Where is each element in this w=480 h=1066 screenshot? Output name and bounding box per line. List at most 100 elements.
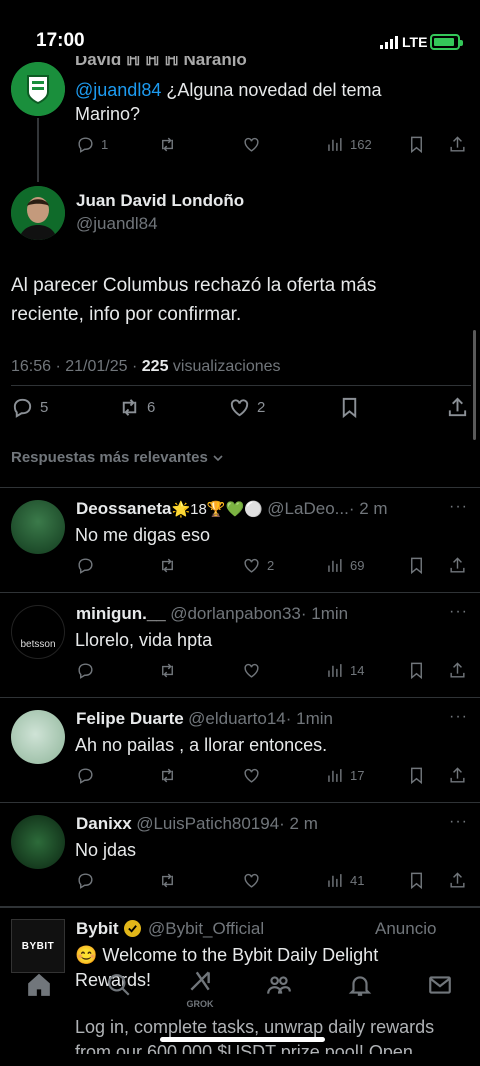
reply-share-button[interactable] (448, 871, 467, 890)
signal-icon (380, 36, 398, 49)
scrollbar[interactable] (473, 330, 476, 440)
reply-avatar[interactable] (11, 500, 65, 554)
repost-icon (162, 768, 173, 783)
reply-icon (78, 558, 93, 574)
reply-views-button[interactable]: 14 (325, 661, 364, 680)
reply-reply-button[interactable] (76, 871, 101, 890)
views-icon (328, 138, 342, 151)
nav-messages[interactable] (427, 972, 453, 1003)
divider (0, 802, 480, 803)
repost-icon (162, 663, 173, 678)
reply-share-button[interactable] (448, 766, 467, 785)
divider (0, 697, 480, 698)
replies-sort-dropdown[interactable]: Respuestas más relevantes (11, 449, 224, 466)
ad-avatar[interactable]: BYBIT (11, 919, 65, 973)
reply-icon (78, 768, 93, 784)
share-icon (450, 557, 465, 573)
profile-photo (11, 186, 65, 240)
parent-bookmark-button[interactable] (407, 135, 426, 154)
repost-icon (162, 558, 173, 573)
reply-time: · 2 m (348, 499, 388, 518)
reply-bookmark-button[interactable] (407, 766, 426, 785)
reply-like-button[interactable] (242, 661, 267, 680)
nav-communities[interactable] (266, 972, 292, 1003)
reply-avatar[interactable] (11, 710, 65, 764)
main-author-name[interactable]: Juan David Londoño (76, 191, 244, 211)
reply-views-button[interactable]: 41 (325, 871, 364, 890)
reply-icon (78, 873, 93, 889)
battery-icon (430, 34, 463, 50)
reply-repost-button[interactable] (158, 556, 183, 575)
reply-author-handle[interactable]: @elduarto14 (188, 709, 286, 728)
main-reply-button[interactable]: 5 (11, 396, 48, 419)
main-tweet-text: Al parecer Columbus rechazó la oferta má… (11, 275, 377, 325)
bookmark-icon (411, 872, 422, 890)
more-options-icon[interactable]: ··· (449, 498, 468, 516)
ad-body-line1: Log in, complete tasks, unwrap daily rew… (75, 1017, 435, 1037)
main-repost-button[interactable]: 6 (118, 396, 155, 419)
heart-icon (244, 768, 259, 783)
divider (0, 906, 480, 907)
ad-author-handle[interactable]: @Bybit_Official (148, 919, 264, 939)
main-author-handle[interactable]: @juandl84 (76, 214, 158, 234)
reply-repost-button[interactable] (158, 766, 183, 785)
reply-reply-button[interactable] (76, 766, 101, 785)
share-icon (448, 397, 467, 417)
reply-like-button[interactable] (242, 871, 267, 890)
reply-author-handle[interactable]: @LuisPatich80194 (136, 814, 279, 833)
main-bookmark-button[interactable] (338, 396, 361, 419)
heart-icon (244, 663, 259, 678)
home-indicator[interactable] (160, 1037, 325, 1042)
parent-avatar[interactable] (11, 62, 65, 116)
nav-home[interactable] (26, 972, 52, 1003)
ad-body-line2: from our 600,000 $USDT prize pool! Open (75, 1042, 413, 1054)
reply-views-button[interactable]: 69 (325, 556, 364, 575)
reply-author-handle[interactable]: @dorlanpabon33 (170, 604, 301, 623)
main-share-button[interactable] (446, 396, 469, 419)
reply-bookmark-button[interactable] (407, 871, 426, 890)
reply-author-name[interactable]: Felipe Duarte (76, 709, 184, 728)
reply-author-name[interactable]: Danixx (76, 814, 132, 833)
reply-avatar[interactable] (11, 815, 65, 869)
parent-author-name[interactable]: David ℍ ℍ ℍ Naranjo (75, 56, 247, 66)
reply-reply-button[interactable] (76, 661, 101, 680)
nav-search[interactable] (106, 972, 132, 1003)
nav-grok[interactable]: GROK (184, 968, 216, 1009)
more-options-icon[interactable]: ··· (449, 813, 468, 831)
divider (0, 592, 480, 593)
parent-views-button[interactable]: 162 (325, 135, 372, 154)
reply-like-button[interactable]: 2 (242, 556, 274, 575)
reply-text: No me digas eso (75, 525, 211, 545)
more-options-icon[interactable]: ··· (449, 708, 468, 726)
verified-gold-icon (124, 920, 141, 937)
main-author-avatar[interactable] (11, 186, 65, 240)
home-icon (28, 973, 50, 996)
reply-header: Danixx @LuisPatich80194· 2 m (76, 814, 466, 834)
reply-author-name[interactable]: Deossaneta (76, 499, 171, 518)
reply-like-button[interactable] (242, 766, 267, 785)
reply-author-name[interactable]: minigun.__ (76, 604, 166, 623)
reply-bookmark-button[interactable] (407, 556, 426, 575)
parent-reply-button[interactable]: 1 (76, 135, 108, 154)
bell-icon (348, 976, 372, 996)
ad-author-name[interactable]: Bybit (76, 919, 119, 939)
reply-views-button[interactable]: 17 (325, 766, 364, 785)
reply-share-button[interactable] (448, 556, 467, 575)
reply-repost-button[interactable] (158, 661, 183, 680)
main-like-button[interactable]: 2 (228, 396, 265, 419)
parent-like-button[interactable] (242, 135, 261, 154)
more-options-icon[interactable]: ··· (449, 603, 468, 621)
reply-time: · 1min (285, 709, 333, 728)
reply-repost-button[interactable] (158, 871, 183, 890)
nav-notifications[interactable] (347, 972, 373, 1003)
parent-mention[interactable]: @juandl84 (75, 80, 161, 100)
reply-share-button[interactable] (448, 661, 467, 680)
reply-bookmark-button[interactable] (407, 661, 426, 680)
envelope-icon (429, 976, 451, 994)
reply-reply-button[interactable] (76, 556, 101, 575)
reply-avatar[interactable]: betsson (11, 605, 65, 659)
reply-header: minigun.__ @dorlanpabon33· 1min (76, 604, 466, 624)
parent-repost-button[interactable] (158, 135, 177, 154)
parent-share-button[interactable] (448, 135, 467, 154)
reply-author-handle[interactable]: @LaDeo... (267, 499, 349, 518)
